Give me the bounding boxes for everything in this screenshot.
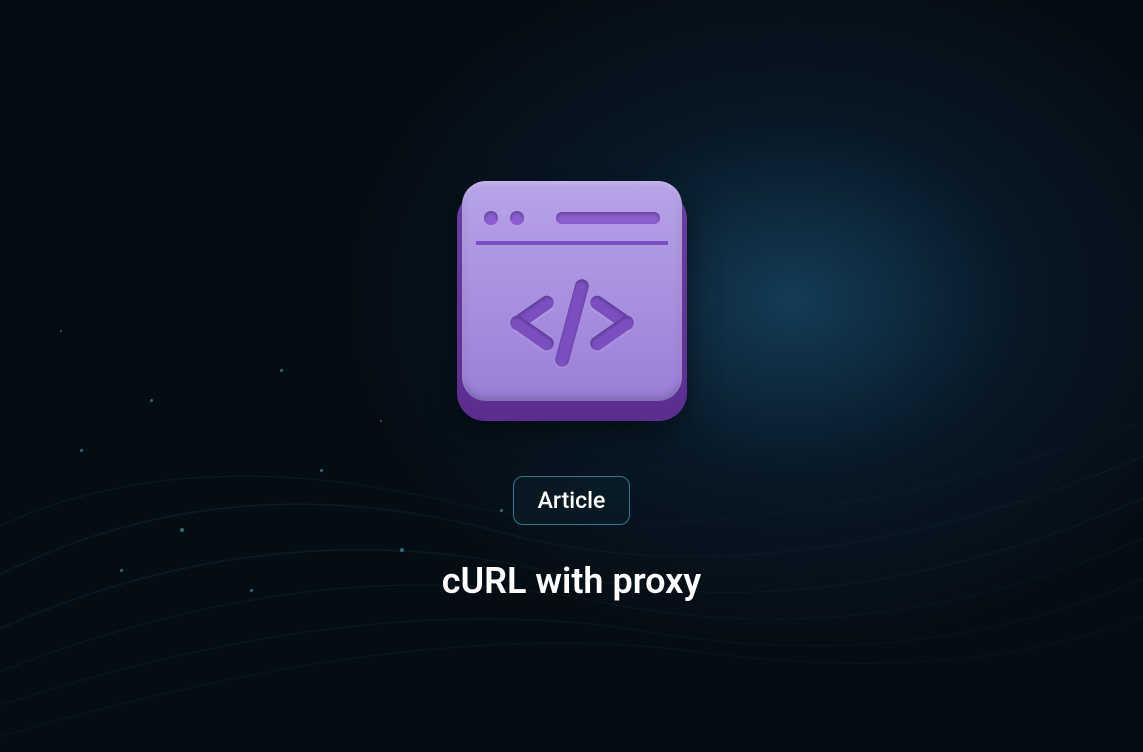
- page-title: cURL with proxy: [442, 560, 702, 602]
- window-header-bar: [476, 195, 668, 245]
- code-window-icon: [457, 181, 687, 421]
- code-brackets-symbol: [462, 256, 682, 391]
- main-content: Article cURL with proxy: [0, 0, 1143, 752]
- category-badge: Article: [513, 476, 631, 525]
